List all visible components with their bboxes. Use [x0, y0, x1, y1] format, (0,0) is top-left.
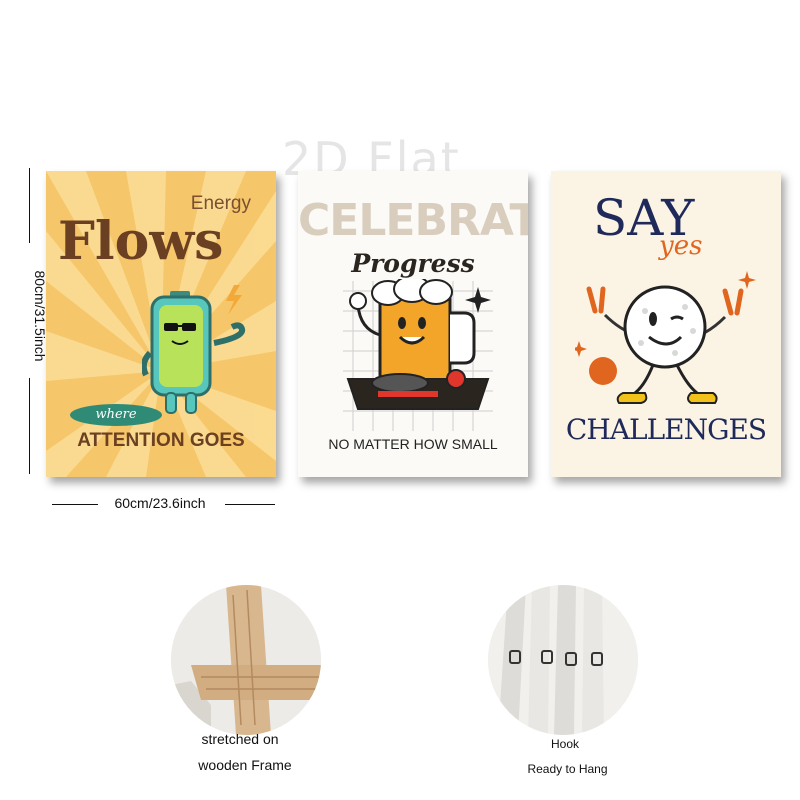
wooden-frame-corner-icon — [171, 585, 321, 735]
poster2-bottom-text: NO MATTER HOW SMALL — [328, 436, 498, 452]
height-dimension-line-top — [29, 168, 30, 243]
poster3-script-word: yes — [659, 231, 703, 261]
poster2-title: CELEBRATE — [298, 195, 528, 246]
poster1-main-word: Flows — [58, 211, 224, 272]
hook-caption-line2: Ready to Hang — [527, 762, 608, 776]
poster3-bottom-text: CHALLENGES — [565, 413, 767, 446]
beer-dj-character-icon — [346, 279, 491, 410]
golf-ball-character-icon — [575, 271, 756, 404]
width-dimension-label: 60cm/23.6inch — [114, 495, 206, 511]
hook-caption-line1: Hook — [550, 737, 579, 751]
frame-caption-line1: stretched on — [201, 731, 279, 747]
width-dimension-line-right — [225, 504, 275, 505]
width-dimension-line-left — [52, 504, 98, 505]
poster1-where-badge: where — [70, 404, 162, 426]
hook-photo — [488, 585, 638, 735]
poster-energy-flows: Energy Flows where ATTENTION GOES — [46, 171, 276, 477]
height-dimension-line-bottom — [29, 378, 30, 474]
poster-say-yes: SAY yes CHALLENGES — [551, 171, 781, 477]
hanging-hook-icon — [488, 585, 638, 735]
battery-character-icon — [142, 285, 246, 414]
poster-celebrate-progress: CELEBRATE Progress NO MATTER HOW SMALL — [298, 171, 528, 477]
wooden-frame-photo — [171, 585, 321, 735]
poster1-bottom-text: ATTENTION GOES — [77, 430, 245, 451]
poster2-subtitle: Progress — [351, 249, 475, 278]
frame-caption-line2: wooden Frame — [198, 757, 292, 773]
